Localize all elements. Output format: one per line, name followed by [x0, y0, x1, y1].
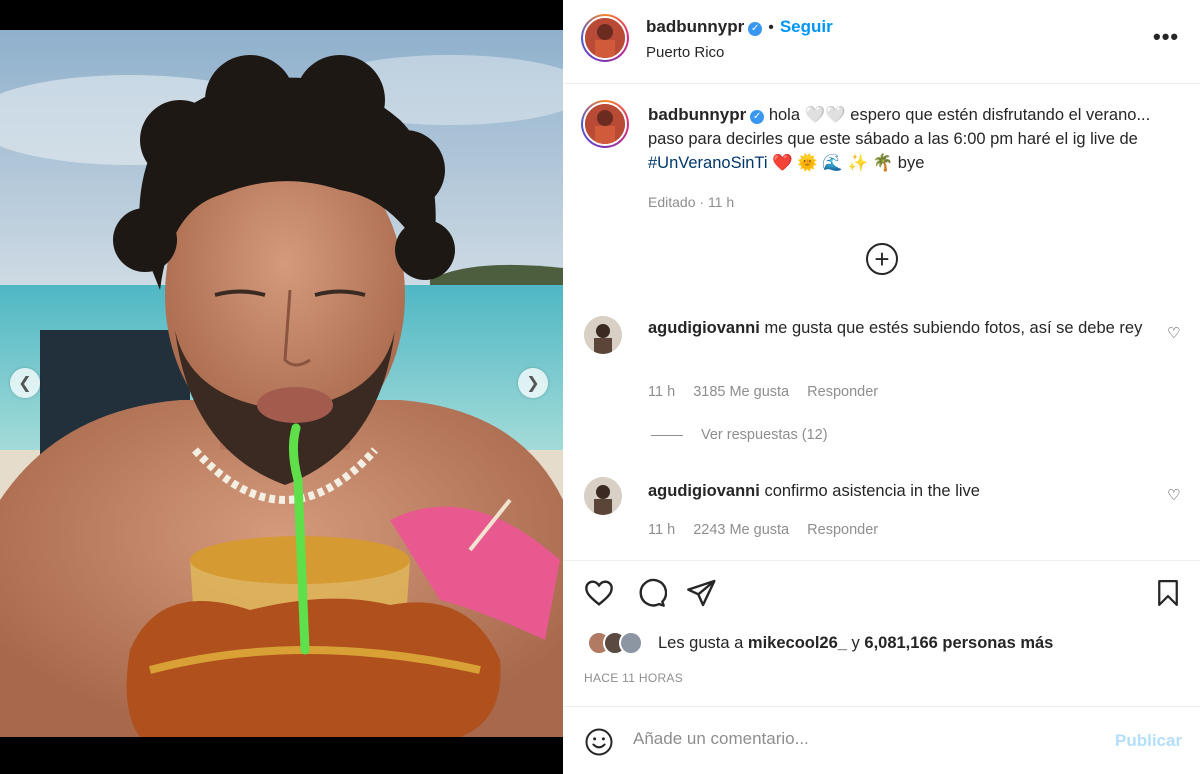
- comment-text: me gusta que estés subiendo fotos, así s…: [764, 319, 1143, 337]
- likes-summary: Les gusta a mikecool26_ y 6,081,166 pers…: [658, 634, 1053, 653]
- liker-username[interactable]: mikecool26_: [748, 634, 847, 652]
- comment-text: confirmo asistencia in the live: [764, 482, 980, 500]
- post-photo[interactable]: [0, 30, 563, 737]
- caption-username[interactable]: badbunnypr: [648, 105, 746, 124]
- caption-time: 11 h: [707, 194, 735, 210]
- comment-2-meta: 11 h 2243 Me gusta Responder: [648, 522, 892, 538]
- chevron-left-icon: ❮: [18, 375, 32, 392]
- edited-label: Editado: [648, 194, 696, 210]
- comment-like-heart-icon[interactable]: ♡: [1167, 324, 1180, 342]
- liker-avatars[interactable]: [587, 631, 657, 655]
- post-info-panel: badbunnypr ✓ • Seguir Puerto Rico ••• badbu…: [563, 0, 1200, 774]
- likes-prefix: Les gusta a: [658, 634, 748, 652]
- caption-author-avatar[interactable]: [581, 100, 629, 148]
- post-header: badbunnypr ✓ • Seguir Puerto Rico •••: [563, 0, 1200, 84]
- add-comment-bar: Publicar: [563, 706, 1200, 774]
- comment-like-heart-icon[interactable]: ♡: [1167, 486, 1180, 504]
- caption-hashtag[interactable]: #UnVeranoSinTi: [648, 154, 768, 172]
- post-location[interactable]: Puerto Rico: [646, 44, 724, 61]
- commenter-avatar[interactable]: [584, 316, 622, 354]
- chevron-right-icon: ❯: [526, 375, 540, 392]
- comment-input[interactable]: [633, 729, 1093, 749]
- comment-icon[interactable]: [635, 577, 667, 609]
- comment-2: agudigiovanni confirmo asistencia in the…: [648, 479, 1158, 503]
- comment-username[interactable]: agudigiovanni: [648, 482, 760, 500]
- comment-likes[interactable]: 2243 Me gusta: [693, 522, 789, 538]
- follow-button[interactable]: Seguir: [780, 17, 833, 36]
- emoji-icon[interactable]: [584, 727, 614, 757]
- caption-text-2: ❤️ 🌞 🌊 ✨ 🌴 bye: [767, 154, 925, 172]
- divider-line: [651, 434, 683, 436]
- comment-username[interactable]: agudigiovanni: [648, 319, 760, 337]
- likes-middle: y: [846, 634, 865, 652]
- post-timestamp[interactable]: HACE 11 HORAS: [584, 671, 683, 685]
- beach-selfie-image: [0, 30, 563, 737]
- reply-button[interactable]: Responder: [807, 384, 878, 400]
- author-avatar[interactable]: [581, 14, 629, 62]
- share-icon[interactable]: [685, 577, 717, 609]
- view-replies-button[interactable]: Ver respuestas (12): [651, 427, 828, 443]
- carousel-prev-button[interactable]: ❮: [10, 368, 40, 398]
- comment-time: 11 h: [648, 522, 676, 538]
- verified-badge-icon: ✓: [748, 22, 763, 36]
- post-caption: badbunnypr ✓ hola 🤍🤍 espero que estén dis…: [648, 103, 1158, 175]
- more-options-icon[interactable]: •••: [1153, 24, 1179, 50]
- comment-1-meta: 11 h 3185 Me gusta Responder: [648, 384, 892, 400]
- publish-button[interactable]: Publicar: [1115, 731, 1182, 751]
- load-more-comments-icon[interactable]: +: [866, 243, 898, 275]
- caption-meta: Editado · 11 h: [648, 194, 735, 210]
- liker-avatar: [619, 631, 643, 655]
- comment-likes[interactable]: 3185 Me gusta: [693, 384, 789, 400]
- bookmark-icon[interactable]: [1153, 577, 1183, 609]
- verified-badge-icon: ✓: [750, 110, 765, 124]
- comment-1: agudigiovanni me gusta que estés subiend…: [648, 316, 1158, 340]
- comment-time: 11 h: [648, 384, 676, 400]
- separator-dot: •: [768, 19, 774, 36]
- likes-count[interactable]: 6,081,166 personas más: [864, 634, 1053, 652]
- author-username[interactable]: badbunnypr: [646, 17, 744, 36]
- view-replies-label: Ver respuestas (12): [701, 427, 828, 443]
- reply-button[interactable]: Responder: [807, 522, 878, 538]
- commenter-avatar[interactable]: [584, 477, 622, 515]
- heart-icon[interactable]: [583, 577, 615, 609]
- header-title-row: badbunnypr ✓ • Seguir: [646, 17, 833, 37]
- carousel-next-button[interactable]: ❯: [518, 368, 548, 398]
- post-media-panel: ❮ ❯: [0, 0, 563, 774]
